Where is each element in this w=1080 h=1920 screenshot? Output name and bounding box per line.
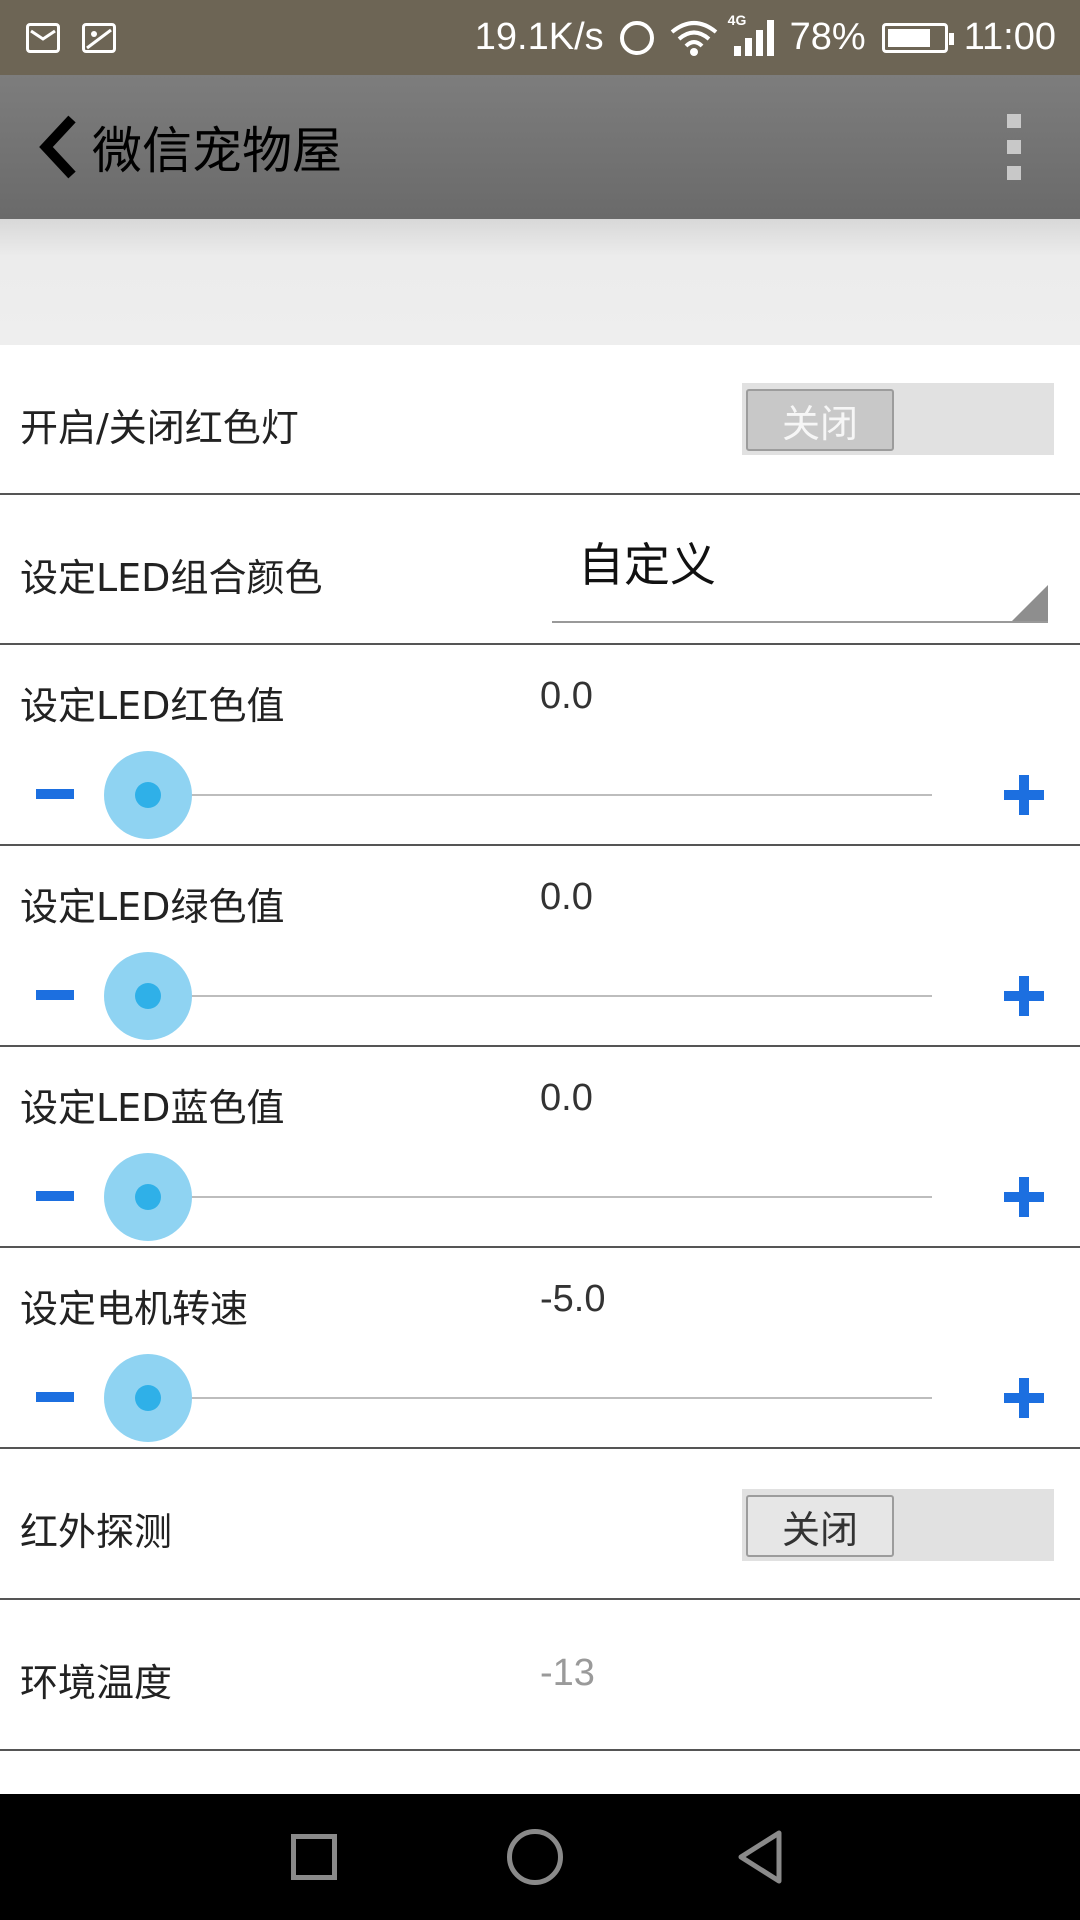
nav-back-icon[interactable] — [733, 1829, 789, 1885]
row-led-combo: 设定LED组合颜色 自定义 — [0, 495, 1080, 645]
signal-icon: 4G — [728, 12, 774, 56]
led-red-track[interactable] — [148, 794, 932, 796]
row-red-light: 开启/关闭红色灯 关闭 — [0, 345, 1080, 495]
red-light-toggle-knob: 关闭 — [746, 389, 894, 451]
battery-percent: 78% — [789, 16, 866, 58]
led-red-value: 0.0 — [540, 675, 593, 717]
red-light-label: 开启/关闭红色灯 — [20, 406, 299, 450]
network-type: 4G — [727, 11, 747, 28]
led-red-minus-icon[interactable] — [36, 789, 74, 799]
led-green-track[interactable] — [148, 995, 932, 997]
led-combo-dropdown[interactable]: 自定义 — [552, 515, 1048, 623]
motor-speed-label: 设定电机转速 — [20, 1287, 249, 1331]
battery-icon — [881, 22, 954, 53]
motor-speed-value: -5.0 — [540, 1278, 606, 1320]
led-blue-track[interactable] — [148, 1196, 932, 1198]
motor-speed-thumb[interactable] — [104, 1354, 192, 1442]
led-combo-label: 设定LED组合颜色 — [20, 556, 323, 600]
red-light-toggle[interactable]: 关闭 — [742, 383, 1054, 455]
temperature-label: 环境温度 — [20, 1661, 173, 1705]
infrared-toggle[interactable]: 关闭 — [742, 1489, 1054, 1561]
alarm-icon — [619, 20, 654, 55]
led-blue-minus-icon[interactable] — [36, 1191, 74, 1201]
row-motor-speed: 设定电机转速 -5.0 — [0, 1248, 1080, 1449]
row-led-red: 设定LED红色值 0.0 — [0, 645, 1080, 846]
led-green-label: 设定LED绿色值 — [20, 885, 285, 929]
home-icon[interactable] — [507, 1829, 563, 1885]
clock: 11:00 — [963, 16, 1056, 58]
row-led-blue: 设定LED蓝色值 0.0 — [0, 1047, 1080, 1248]
image-icon — [82, 22, 116, 53]
led-red-thumb[interactable] — [104, 751, 192, 839]
page-title: 微信宠物屋 — [92, 122, 342, 180]
system-nav-bar — [0, 1794, 1080, 1920]
row-led-green: 设定LED绿色值 0.0 — [0, 846, 1080, 1047]
motor-speed-minus-icon[interactable] — [36, 1392, 74, 1402]
led-green-thumb[interactable] — [104, 952, 192, 1040]
led-combo-value: 自定义 — [578, 538, 716, 592]
led-blue-thumb[interactable] — [104, 1153, 192, 1241]
back-arrow-icon[interactable] — [28, 107, 88, 187]
motor-speed-track[interactable] — [148, 1397, 932, 1399]
led-blue-label: 设定LED蓝色值 — [20, 1086, 285, 1130]
led-blue-plus-icon[interactable] — [1004, 1177, 1044, 1217]
row-temperature: 环境温度 -13 — [0, 1600, 1080, 1751]
status-bar: 19.1K/s 4G 78% 11:00 — [0, 0, 1080, 75]
network-speed: 19.1K/s — [474, 16, 604, 58]
infrared-toggle-knob: 关闭 — [746, 1495, 894, 1557]
recent-apps-icon[interactable] — [291, 1834, 337, 1880]
wifi-icon — [670, 20, 718, 56]
led-red-label: 设定LED红色值 — [20, 684, 285, 728]
infrared-label: 红外探测 — [20, 1510, 173, 1554]
temperature-value: -13 — [540, 1652, 595, 1694]
led-green-plus-icon[interactable] — [1004, 976, 1044, 1016]
app-bar: 微信宠物屋 — [0, 75, 1080, 219]
dropdown-arrow-icon — [1012, 585, 1048, 621]
led-blue-value: 0.0 — [540, 1077, 593, 1119]
more-options-icon[interactable] — [1004, 114, 1024, 180]
led-red-plus-icon[interactable] — [1004, 775, 1044, 815]
led-green-value: 0.0 — [540, 876, 593, 918]
row-infrared: 红外探测 关闭 — [0, 1449, 1080, 1600]
mail-icon — [26, 22, 60, 53]
motor-speed-plus-icon[interactable] — [1004, 1378, 1044, 1418]
header-spacer — [0, 219, 1080, 345]
led-green-minus-icon[interactable] — [36, 990, 74, 1000]
